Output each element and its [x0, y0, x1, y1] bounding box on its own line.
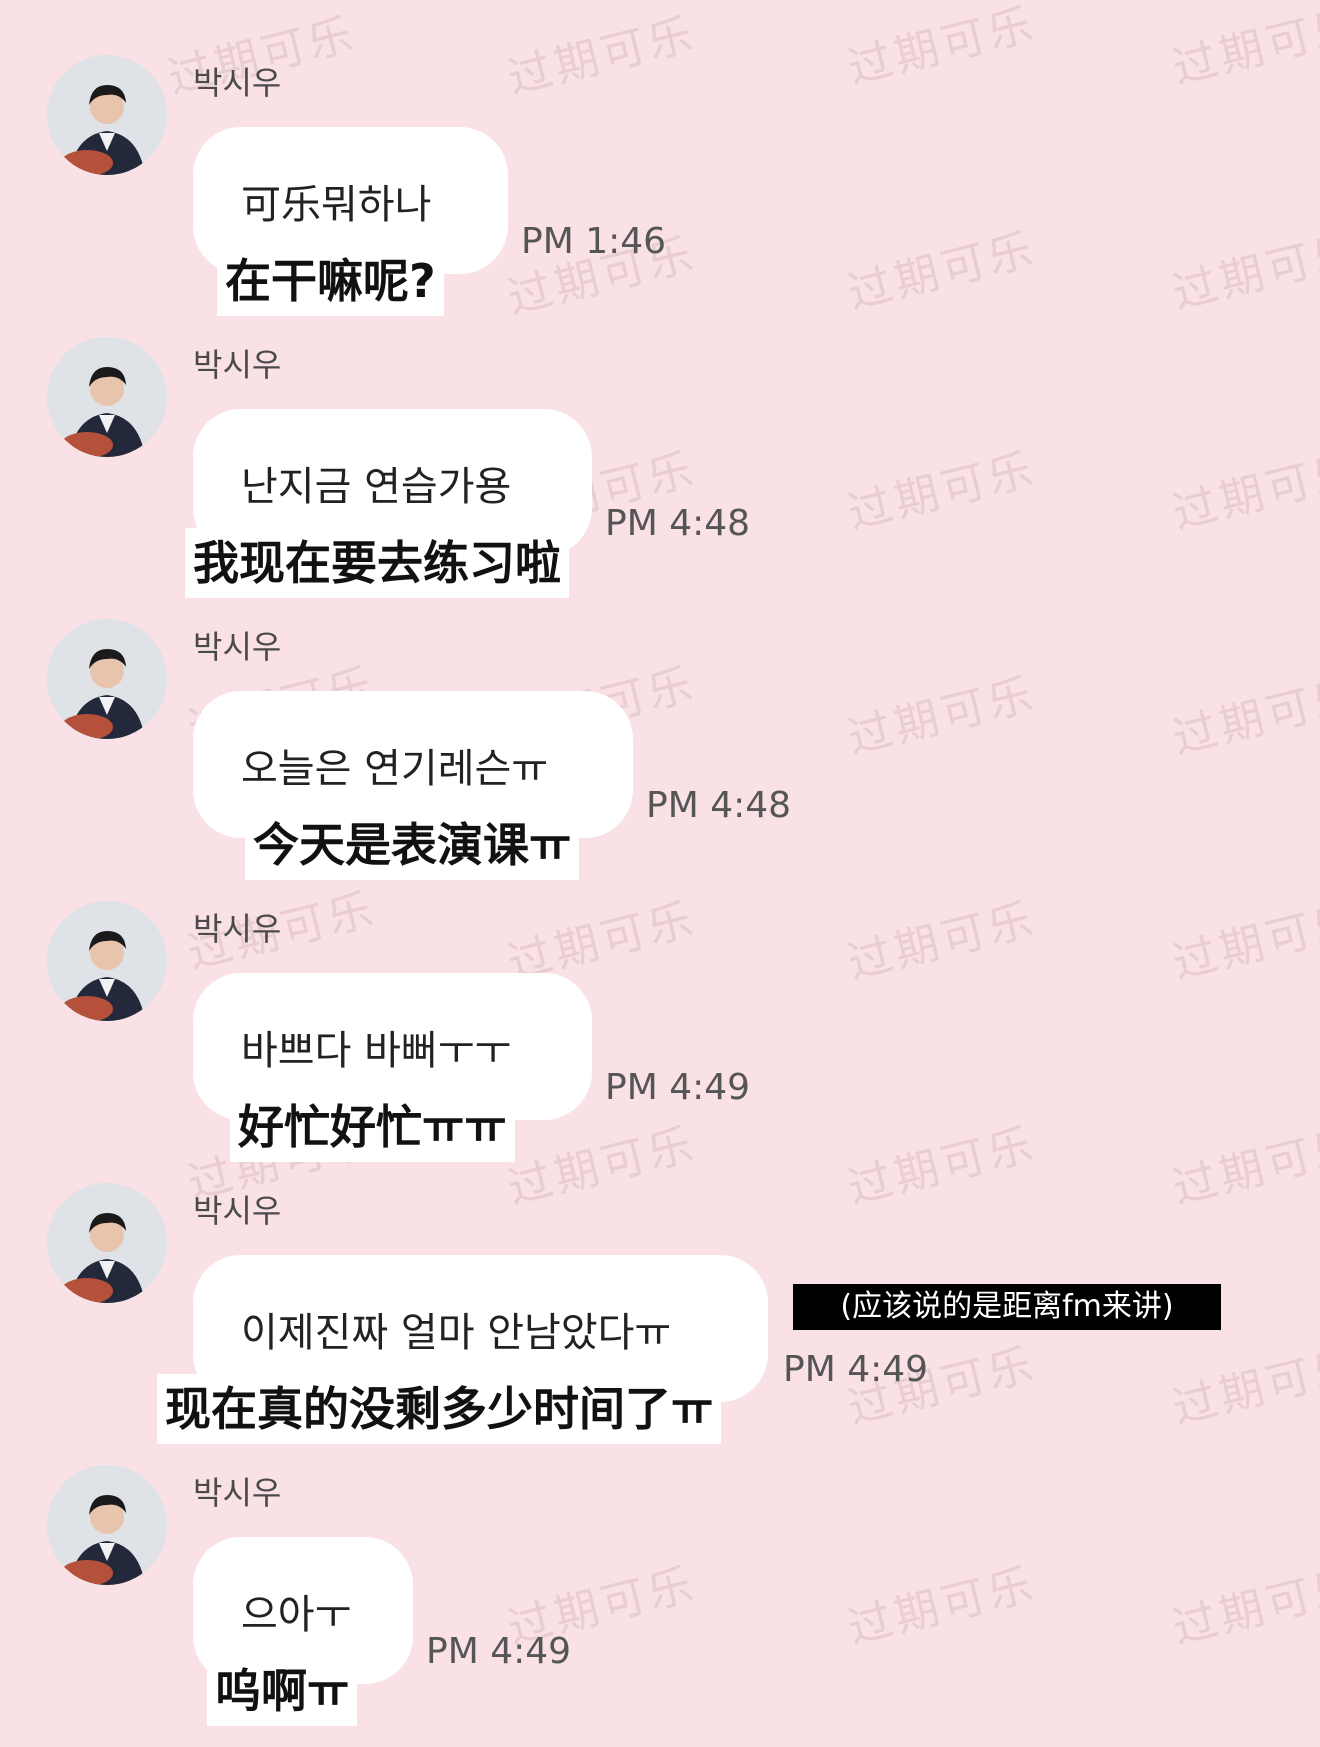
avatar[interactable] — [47, 337, 167, 457]
avatar[interactable] — [47, 1183, 167, 1303]
message-row: 박시우 可乐뭐하나 在干嘛呢? PM 1:46 — [0, 55, 1320, 337]
sender-name: 박시우 — [193, 910, 282, 948]
message-timestamp: PM 4:49 — [426, 1631, 572, 1672]
sender-name: 박시우 — [193, 628, 282, 666]
message-timestamp: PM 4:48 — [646, 785, 792, 826]
profile-photo-icon — [47, 901, 167, 1021]
message-translation-chinese: 呜啊ㅠ — [207, 1656, 358, 1726]
message-translation-chinese: 现在真的没剩多少时间了ㅠ — [157, 1374, 722, 1444]
message-row: 박시우 난지금 연습가용 我现在要去练习啦 PM 4:48 — [0, 337, 1320, 619]
message-timestamp: PM 1:46 — [521, 221, 667, 262]
message-row: 박시우 오늘은 연기레슨ㅠ 今天是表演课ㅠ PM 4:48 — [0, 619, 1320, 901]
sender-name: 박시우 — [193, 1474, 282, 1512]
message-text-korean: 난지금 연습가용 — [241, 464, 512, 510]
avatar[interactable] — [47, 1465, 167, 1585]
avatar[interactable] — [47, 901, 167, 1021]
profile-photo-icon — [47, 337, 167, 457]
sender-name: 박시우 — [193, 346, 282, 384]
profile-photo-icon — [47, 1183, 167, 1303]
message-timestamp: PM 4:49 — [605, 1067, 751, 1108]
message-translation-chinese: 我现在要去练习啦 — [185, 528, 569, 598]
sender-name: 박시우 — [193, 1192, 282, 1230]
message-text-korean: 이제진짜 얼마 안남았다ㅠ — [241, 1310, 672, 1356]
message-translation-chinese: 在干嘛呢? — [217, 246, 444, 316]
message-text-korean: 오늘은 연기레슨ㅠ — [241, 746, 549, 792]
message-translation-chinese: 好忙好忙ㅠㅠ — [230, 1092, 515, 1162]
avatar[interactable] — [47, 619, 167, 739]
profile-photo-icon — [47, 1465, 167, 1585]
message-text-korean: 바쁘다 바뻐ㅜㅜ — [241, 1028, 512, 1074]
avatar[interactable] — [47, 55, 167, 175]
message-row: 박시우 바쁘다 바뻐ㅜㅜ 好忙好忙ㅠㅠ PM 4:49 — [0, 901, 1320, 1183]
translator-note: (应该说的是距离fm来讲) — [793, 1284, 1221, 1330]
message-text-korean: 으아ㅜ — [241, 1592, 352, 1638]
message-row: 박시우 으아ㅜ 呜啊ㅠ PM 4:49 — [0, 1465, 1320, 1747]
sender-name: 박시우 — [193, 64, 282, 102]
message-timestamp: PM 4:49 — [783, 1349, 929, 1390]
message-timestamp: PM 4:48 — [605, 503, 751, 544]
profile-photo-icon — [47, 55, 167, 175]
message-translation-chinese: 今天是表演课ㅠ — [245, 810, 580, 880]
message-text-korean: 可乐뭐하나 — [241, 182, 432, 228]
profile-photo-icon — [47, 619, 167, 739]
